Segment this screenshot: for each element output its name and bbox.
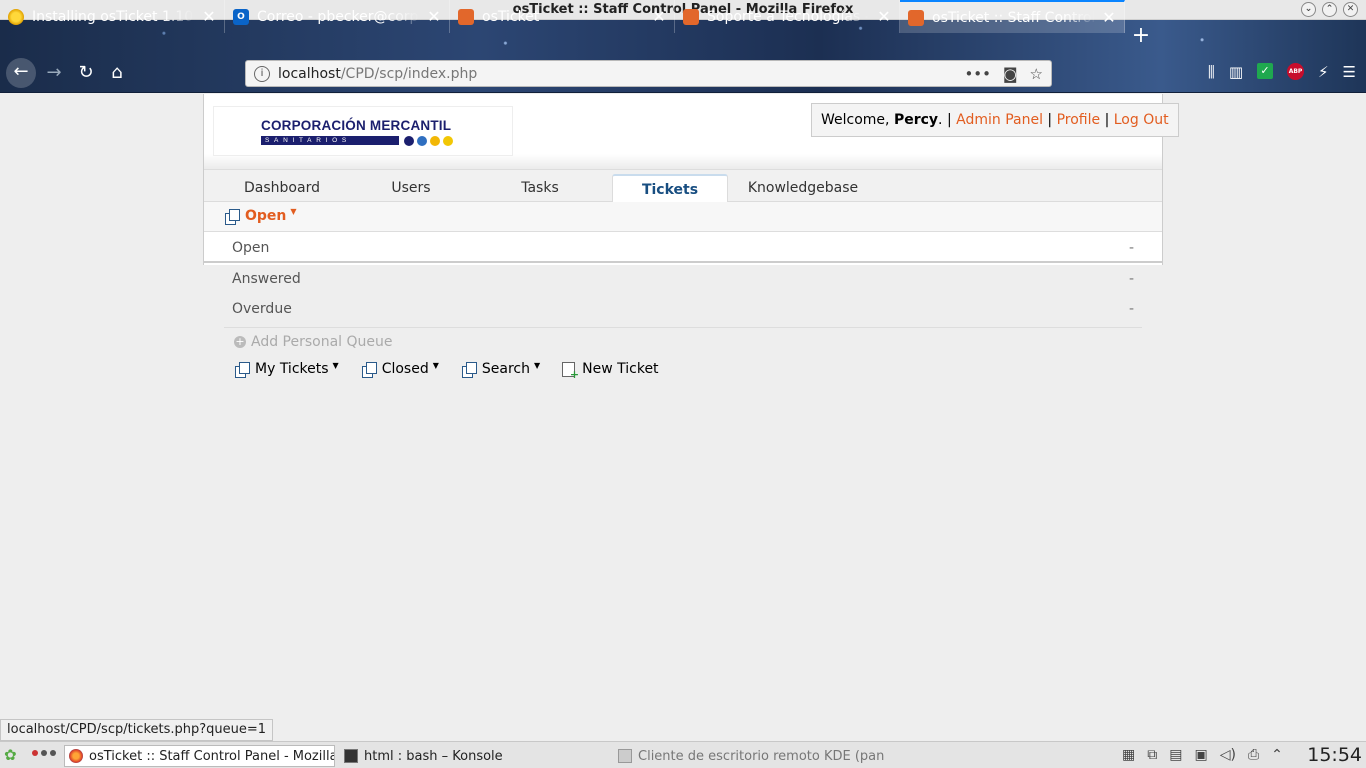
browser-tab-staff-panel[interactable]: osTicket :: Staff Control P ✕	[900, 0, 1125, 33]
logo-subtitle: SANITARIOS	[261, 136, 399, 145]
forward-arrow-icon[interactable]: →	[40, 59, 68, 87]
main-nav: Dashboard Users Tasks Tickets Knowledgeb…	[204, 170, 1162, 203]
nav-tab-dashboard[interactable]: Dashboard	[232, 174, 332, 202]
taskbar-item-konsole[interactable]: html : bash – Konsole	[340, 745, 610, 767]
close-tab-icon[interactable]: ✕	[652, 7, 666, 26]
caret-down-icon: ▼	[533, 360, 541, 370]
browser-tab-installing[interactable]: Installing osTicket 1.10 o ✕	[0, 0, 225, 33]
library-icon[interactable]: ⫼	[1208, 63, 1215, 81]
outlook-icon: O	[233, 8, 249, 25]
close-tab-icon[interactable]: ✕	[877, 7, 891, 26]
close-tab-icon[interactable]: ✕	[427, 7, 441, 26]
info-icon[interactable]: i	[254, 65, 270, 82]
close-tab-icon[interactable]: ✕	[202, 7, 216, 26]
logo-dots	[404, 136, 453, 146]
nav-tab-tickets[interactable]: Tickets	[612, 174, 728, 203]
terminal-tray-icon[interactable]: ▣	[1194, 747, 1207, 763]
clipboard-icon[interactable]: ▤	[1169, 747, 1182, 763]
welcome-box: Welcome, Percy. | Admin Panel | Profile …	[811, 103, 1179, 137]
caret-down-icon: ▼	[290, 206, 297, 216]
nav-tab-users[interactable]: Users	[361, 174, 461, 202]
browser-tab-osticket[interactable]: osTicket ✕	[450, 0, 675, 33]
firefox-icon	[69, 749, 83, 763]
admin-panel-link[interactable]: Admin Panel	[956, 112, 1043, 128]
desktop-taskbar: ✿ osTicket :: Staff Control Panel - Mozi…	[0, 741, 1366, 768]
close-window-icon[interactable]: ✕	[1343, 2, 1358, 17]
divider	[224, 327, 1142, 328]
page-actions-icon[interactable]: •••	[964, 65, 991, 83]
system-tray: ▦ ⧉ ▤ ▣ ◁) ⎙ ⌃	[1122, 747, 1283, 763]
app-launcher-icon[interactable]: ✿	[4, 746, 22, 764]
osticket-icon	[683, 8, 699, 25]
terminal-icon	[344, 749, 358, 763]
queue-item-open[interactable]: Open -	[204, 233, 1162, 263]
caret-down-icon: ▼	[332, 360, 339, 370]
network-icon[interactable]: ⧉	[1147, 747, 1157, 763]
bookmark-star-icon[interactable]: ☆	[1030, 65, 1043, 83]
queue-icon	[361, 361, 377, 378]
maximize-icon[interactable]: ⌃	[1322, 2, 1337, 17]
reload-icon[interactable]: ↻	[72, 59, 100, 87]
taskbar-item-krdc[interactable]: Cliente de escritorio remoto KDE (panta	[614, 745, 884, 767]
back-arrow-icon[interactable]: ←	[6, 58, 36, 88]
hamburger-menu-icon[interactable]: ☰	[1343, 63, 1356, 81]
url-path: /CPD/scp/index.php	[340, 65, 478, 82]
sidebar-icon[interactable]: ▥	[1229, 63, 1243, 81]
lightning-icon[interactable]: ⚡	[1318, 63, 1329, 81]
printer-icon[interactable]: ⎙	[1248, 747, 1259, 763]
browser-nav-bar: ← → ↻ ⌂ i localhost/CPD/scp/index.php ••…	[0, 53, 1366, 93]
queue-icon	[234, 361, 250, 378]
pocket-icon[interactable]: ◙	[1003, 65, 1018, 83]
adblock-icon[interactable]: ABP	[1287, 63, 1304, 80]
username: Percy	[893, 112, 939, 128]
tray-expand-icon[interactable]: ⌃	[1271, 747, 1283, 763]
close-tab-icon[interactable]: ✕	[1102, 8, 1116, 27]
clock[interactable]: 15:54	[1307, 744, 1362, 766]
queue-item-answered[interactable]: Answered -	[232, 264, 1134, 294]
calculator-icon[interactable]: ▦	[1122, 747, 1135, 763]
home-icon[interactable]: ⌂	[103, 59, 131, 87]
add-personal-queue-link[interactable]: + Add Personal Queue	[234, 334, 393, 350]
url-host: localhost	[278, 65, 341, 82]
queue-count: -	[1128, 301, 1134, 317]
remote-desktop-icon	[618, 749, 632, 763]
queue-icon	[224, 208, 240, 225]
logo-title: CORPORACIÓN MERCANTIL	[261, 118, 452, 133]
url-bar[interactable]: i localhost/CPD/scp/index.php ••• ◙ ☆	[245, 60, 1052, 87]
search-dropdown[interactable]: Search ▼	[461, 360, 541, 378]
nav-tab-tasks[interactable]: Tasks	[490, 174, 590, 202]
queue-count: -	[1128, 240, 1134, 256]
page-header: CORPORACIÓN MERCANTIL SANITARIOS Welcome…	[204, 94, 1179, 170]
queue-item-overdue[interactable]: Overdue -	[232, 294, 1134, 324]
open-queue-dropdown[interactable]: Open ▼	[224, 206, 297, 225]
pager-icon[interactable]	[32, 750, 56, 756]
queue-count: -	[1128, 271, 1134, 287]
profile-link[interactable]: Profile	[1057, 112, 1101, 128]
company-logo[interactable]: CORPORACIÓN MERCANTIL SANITARIOS	[213, 106, 513, 156]
nav-tab-knowledgebase[interactable]: Knowledgebase	[745, 174, 861, 202]
browser-tab-correo[interactable]: O Correo - pbecker@corpor ✕	[225, 0, 450, 33]
osticket-icon	[908, 9, 924, 26]
volume-icon[interactable]: ◁)	[1220, 747, 1236, 763]
extension-check-icon[interactable]: ✓	[1257, 63, 1273, 79]
logout-link[interactable]: Log Out	[1114, 112, 1169, 128]
closed-dropdown[interactable]: Closed ▼	[361, 360, 439, 378]
link-status-bar: localhost/CPD/scp/tickets.php?queue=1	[0, 719, 274, 741]
browser-tab-soporte[interactable]: Soporte a Tecnologías - C ✕	[675, 0, 900, 33]
ticket-actions-menu: My Tickets ▼ Closed ▼ Search ▼ New Ticke…	[234, 360, 659, 381]
plus-circle-icon: +	[234, 335, 246, 348]
caret-down-icon: ▼	[432, 360, 439, 370]
lemon-icon	[8, 8, 24, 25]
osticket-icon	[458, 8, 474, 25]
ticket-subnav: Open ▼	[204, 202, 1162, 232]
my-tickets-dropdown[interactable]: My Tickets ▼	[234, 360, 339, 378]
minimize-icon[interactable]: ⌄	[1301, 2, 1316, 17]
page-content: CORPORACIÓN MERCANTIL SANITARIOS Welcome…	[0, 94, 1366, 718]
new-ticket-icon	[562, 361, 579, 381]
new-ticket-button[interactable]: New Ticket	[562, 361, 659, 381]
queue-icon	[461, 361, 477, 378]
new-tab-button[interactable]: +	[1128, 20, 1154, 53]
taskbar-item-firefox[interactable]: osTicket :: Staff Control Panel - Mozill…	[64, 745, 335, 767]
